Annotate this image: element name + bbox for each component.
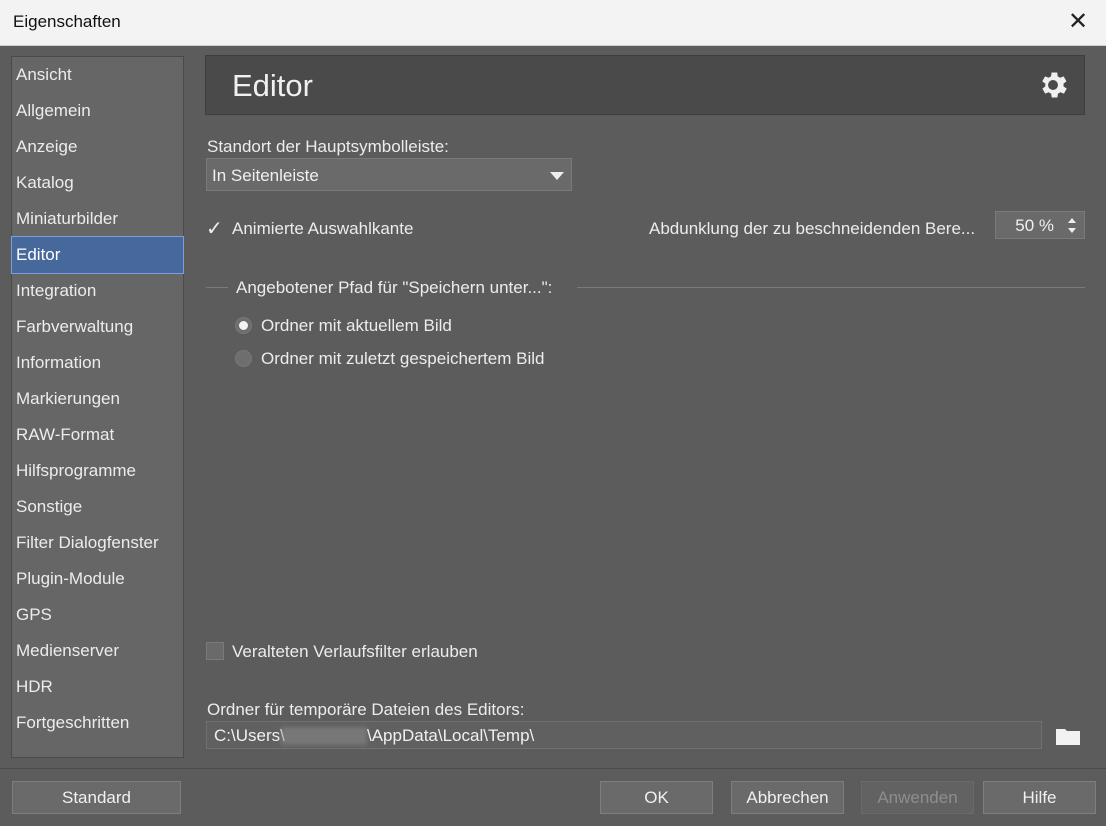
window-title: Eigenschaften [13,12,121,31]
legacy-gradient-checkbox[interactable] [206,642,224,660]
sidebar-item-sonstige[interactable]: Sonstige [12,489,183,525]
sidebar-item-miniaturbilder[interactable]: Miniaturbilder [12,201,183,237]
sidebar-item-editor[interactable]: Editor [11,236,184,274]
sidebar-item-raw-format[interactable]: RAW-Format [12,417,183,453]
folder-icon[interactable] [1055,726,1081,746]
sidebar-item-gps[interactable]: GPS [12,597,183,633]
sidebar-item-hilfsprogramme[interactable]: Hilfsprogramme [12,453,183,489]
spin-up-icon[interactable] [1068,218,1076,223]
close-icon[interactable]: ✕ [1064,8,1092,36]
cancel-button[interactable]: Abbrechen [731,781,844,814]
toolbar-location-select[interactable]: In Seitenleiste [206,158,572,191]
crop-darkening-label: Abdunklung der zu beschneidenden Bere... [649,219,976,238]
legacy-gradient-label: Veralteten Verlaufsfilter erlauben [232,642,478,661]
sidebar-item-farbverwaltung[interactable]: Farbverwaltung [12,309,183,345]
category-list: Ansicht Allgemein Anzeige Katalog Miniaturbi… [11,56,184,758]
sidebar-item-allgemein[interactable]: Allgemein [12,93,183,129]
save-path-group-title: Angebotener Pfad für "Speichern unter...… [236,278,553,297]
sidebar-item-integration[interactable]: Integration [12,273,183,309]
sidebar-item-medienserver[interactable]: Medienserver [12,633,183,669]
radio-current-image-folder-label: Ordner mit aktuellem Bild [261,316,452,335]
sidebar-item-information[interactable]: Information [12,345,183,381]
sidebar-item-ansicht[interactable]: Ansicht [12,57,183,93]
sidebar-item-hdr[interactable]: HDR [12,669,183,705]
sidebar-item-markierungen[interactable]: Markierungen [12,381,183,417]
crop-darkening-value: 50 % [1015,216,1054,235]
ok-button[interactable]: OK [600,781,713,814]
help-button[interactable]: Hilfe [983,781,1096,814]
group-divider-right [577,287,1085,288]
temp-folder-path-suffix: \AppData\Local\Temp\ [367,726,535,745]
spin-down-icon[interactable] [1068,228,1076,233]
temp-folder-input[interactable]: C:\Users\ \AppData\Local\Temp\ [206,721,1042,749]
title-bar: Eigenschaften ✕ [0,0,1106,46]
sidebar-item-fortgeschritten[interactable]: Fortgeschritten [12,705,183,741]
sidebar-item-katalog[interactable]: Katalog [12,165,183,201]
temp-folder-label: Ordner für temporäre Dateien des Editors… [207,700,525,719]
temp-folder-path-prefix: C:\Users\ [214,726,285,745]
toolbar-location-value: In Seitenleiste [212,166,319,185]
radio-last-saved-folder-label: Ordner mit zuletzt gespeichertem Bild [261,349,545,368]
sidebar-item-plugin-module[interactable]: Plugin-Module [12,561,183,597]
crop-darkening-stepper[interactable]: 50 % [995,211,1085,239]
chevron-down-icon [550,172,564,180]
footer-divider [0,768,1106,769]
checkmark-icon: ✓ [206,218,223,240]
radio-last-saved-folder[interactable] [235,350,252,367]
toolbar-location-label: Standort der Hauptsymbolleiste: [207,137,449,156]
radio-current-image-folder[interactable] [235,317,252,334]
standard-button[interactable]: Standard [12,781,181,814]
page-title: Editor [232,68,313,103]
sidebar-item-anzeige[interactable]: Anzeige [12,129,183,165]
apply-button[interactable]: Anwenden [861,781,974,814]
animated-selection-label: Animierte Auswahlkante [232,219,414,238]
redacted-username [281,727,367,745]
gear-icon[interactable] [1036,68,1070,102]
sidebar-item-filter-dialogfenster[interactable]: Filter Dialogfenster [12,525,183,561]
page-header: Editor [205,55,1085,115]
animated-selection-checkbox[interactable]: ✓ [206,218,224,240]
group-divider-left [206,287,228,288]
